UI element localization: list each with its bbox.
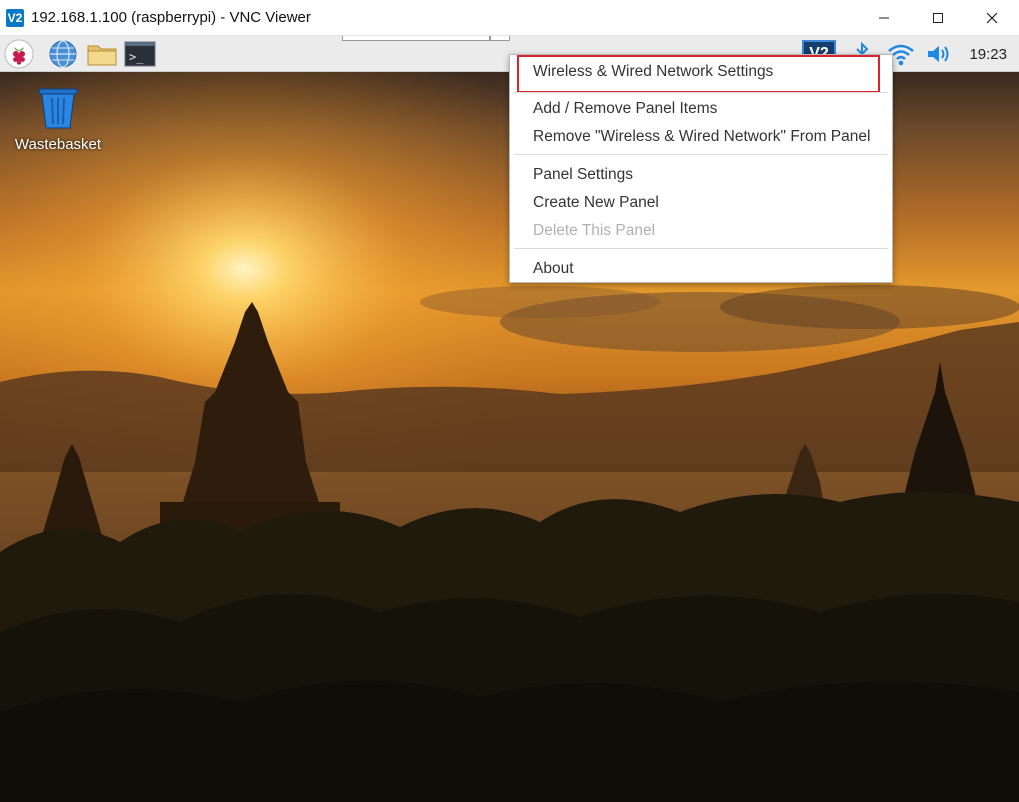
window-title: 192.168.1.100 (raspberrypi) - VNC Viewer [31,9,311,26]
web-browser-button[interactable] [47,39,79,69]
maximize-button[interactable] [911,0,965,36]
taskbar-slot[interactable] [490,36,510,41]
menu-item-create-new-panel[interactable]: Create New Panel [533,194,659,212]
menu-separator [514,154,888,155]
panel-context-menu: Wireless & Wired Network Settings Add / … [509,54,893,283]
close-icon [986,12,998,24]
menu-item-about[interactable]: About [533,260,574,278]
terminal-icon: >_ [124,41,156,67]
svg-text:>_: >_ [129,50,144,64]
desktop-icon-label: Wastebasket [14,136,102,153]
window-titlebar: V2 192.168.1.100 (raspberrypi) - VNC Vie… [0,0,1019,36]
vnc-app-icon: V2 [6,8,24,27]
file-manager-icon [87,45,117,66]
minimize-button[interactable] [857,0,911,36]
taskbar-slot[interactable] [342,36,490,41]
menu-item-remove-from-panel[interactable]: Remove "Wireless & Wired Network" From P… [533,128,870,146]
menu-item-panel-settings[interactable]: Panel Settings [533,166,633,184]
menu-separator [514,92,888,93]
raspberry-menu-icon [4,39,34,69]
menu-item-network-settings[interactable]: Wireless & Wired Network Settings [533,63,773,81]
minimize-icon [879,17,889,19]
menu-item-delete-panel: Delete This Panel [533,222,656,239]
maximize-icon [933,13,943,23]
volume-icon [928,46,949,62]
close-button[interactable] [965,0,1019,36]
file-manager-button[interactable] [86,39,118,69]
menu-separator [514,248,888,249]
menu-item-add-remove-panel-items[interactable]: Add / Remove Panel Items [533,100,717,118]
web-browser-icon [49,40,77,68]
panel-clock[interactable]: 19:23 [969,36,1007,72]
volume-button[interactable] [924,39,954,69]
terminal-button[interactable]: >_ [124,39,156,69]
raspberry-menu-button[interactable] [3,39,35,69]
desktop-icon-wastebasket[interactable]: Wastebasket [8,84,108,153]
trash-icon [38,88,78,129]
